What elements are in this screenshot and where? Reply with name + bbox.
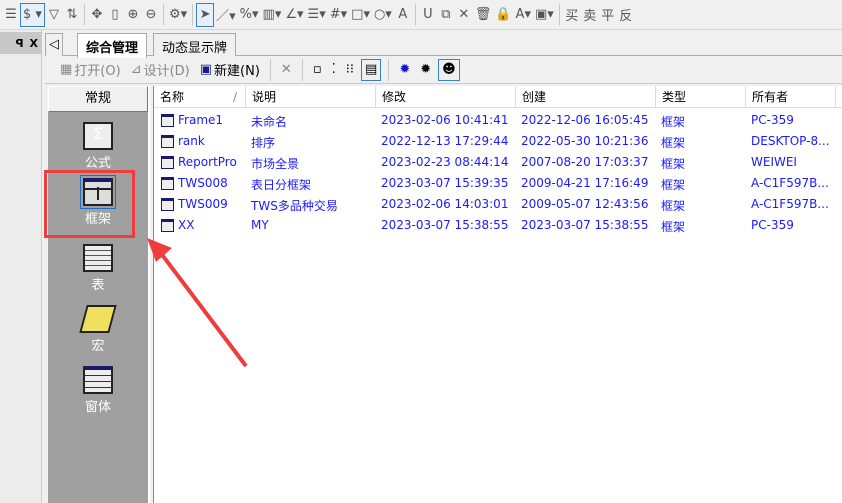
tab-overview[interactable]: 综合管理	[77, 33, 148, 58]
annotation-arrow	[147, 238, 248, 368]
